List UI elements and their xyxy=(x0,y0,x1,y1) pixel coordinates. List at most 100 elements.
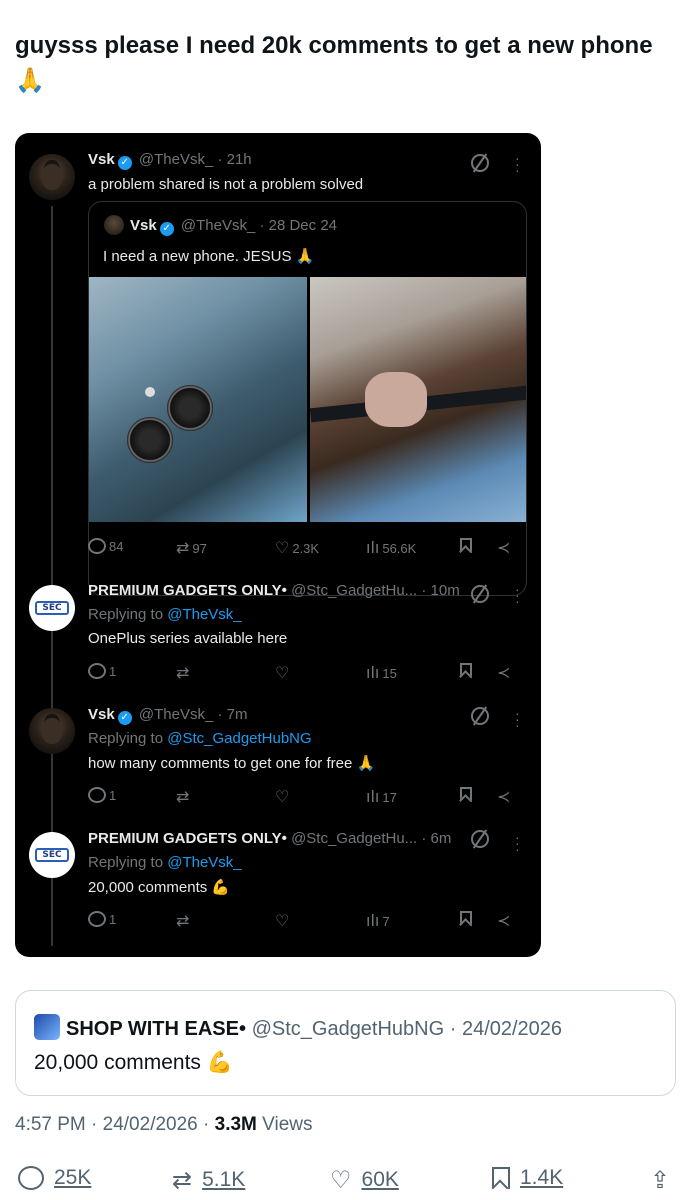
author-name[interactable]: PREMIUM GADGETS ONLY• xyxy=(88,582,287,599)
more-icon[interactable]: · · · xyxy=(515,582,520,608)
avatar[interactable]: SEC xyxy=(29,585,75,631)
more-icon[interactable]: · · · xyxy=(515,830,520,856)
like-button[interactable]: ♡ 2.3K xyxy=(275,538,319,558)
tweet-actions: 1 ⇄ ♡ ılı 17 ≺ xyxy=(88,787,528,809)
share-icon: ≺ xyxy=(497,787,511,806)
stc-logo: SEC xyxy=(35,601,69,615)
share-icon: ≺ xyxy=(497,663,511,682)
repost-icon: ⇄ xyxy=(176,663,190,682)
avatar xyxy=(104,215,124,235)
tweet-text: a problem shared is not a problem solved xyxy=(88,176,364,193)
photo-phone-side[interactable] xyxy=(309,277,526,522)
reply-icon xyxy=(88,911,106,927)
share-button[interactable]: ⇪ xyxy=(650,1166,670,1194)
replying-to: Replying to @TheVsk_ xyxy=(88,606,242,623)
shop-logo-icon xyxy=(34,1014,60,1040)
post-title: guysss please I need 20k comments to get… xyxy=(15,32,653,94)
repost-button[interactable]: ⇄ xyxy=(176,911,189,931)
bookmark-button[interactable] xyxy=(460,538,472,553)
author-name[interactable]: Vsk xyxy=(88,706,115,723)
photo-cracked-camera[interactable] xyxy=(89,277,307,522)
post-timestamp[interactable]: 4:57 PM · 24/02/2026 · xyxy=(15,1114,215,1135)
repost-icon: ⇄ xyxy=(172,1166,193,1194)
reply-count: 1 xyxy=(109,787,117,803)
tweet-header: Vsk ✓ @TheVsk_ · 7m xyxy=(88,706,247,725)
views-label: Views xyxy=(256,1114,313,1135)
author-handle[interactable]: @Stc_GadgetHu... · 10m xyxy=(291,582,460,599)
avatar[interactable]: SEC xyxy=(29,832,75,878)
author-name[interactable]: SHOP WITH EASE• xyxy=(66,1018,246,1040)
reply-count: 84 xyxy=(109,538,124,554)
like-button[interactable]: ♡ xyxy=(275,911,289,931)
tweet-text: how many comments to get one for free 🙏 xyxy=(88,755,376,772)
reply-button[interactable]: 25K xyxy=(18,1166,91,1190)
reply-to-link[interactable]: @TheVsk_ xyxy=(167,854,241,871)
reply-button[interactable]: 1 xyxy=(88,787,116,803)
author-handle[interactable]: @Stc_GadgetHu... · 6m xyxy=(291,830,451,847)
like-count: 2.3K xyxy=(292,540,320,556)
avatar[interactable] xyxy=(29,708,75,754)
views-button[interactable]: ılı 17 xyxy=(366,787,397,807)
share-button[interactable]: ≺ xyxy=(497,663,510,683)
post-action-bar: 25K ⇄ 5.1K ♡ 60K 1.4K ⇪ xyxy=(0,1160,691,1200)
like-button[interactable]: ♡ 60K xyxy=(330,1166,399,1194)
author-name[interactable]: PREMIUM GADGETS ONLY• xyxy=(88,830,287,847)
share-button[interactable]: ≺ xyxy=(497,911,510,931)
hide-reply-icon[interactable] xyxy=(471,585,489,603)
share-button[interactable]: ≺ xyxy=(497,787,510,807)
repost-button[interactable]: ⇄ 5.1K xyxy=(172,1166,245,1194)
author-handle[interactable]: @TheVsk_ · 7m xyxy=(139,706,248,723)
reply-count: 1 xyxy=(109,911,117,927)
verified-icon: ✓ xyxy=(117,156,132,170)
hide-reply-icon[interactable] xyxy=(471,830,489,848)
share-button[interactable]: ≺ xyxy=(497,538,510,558)
avatar[interactable] xyxy=(29,154,75,200)
bookmark-button[interactable] xyxy=(460,663,472,678)
bookmark-icon xyxy=(460,787,472,802)
repost-button[interactable]: ⇄ 97 xyxy=(176,538,207,558)
reply-prefix: Replying to xyxy=(88,730,168,747)
views-count: 56.6K xyxy=(382,540,417,556)
repost-icon: ⇄ xyxy=(176,787,190,806)
repost-button[interactable]: ⇄ xyxy=(176,787,189,807)
share-icon: ≺ xyxy=(497,538,511,557)
bookmark-button[interactable] xyxy=(460,787,472,802)
views-icon: ılı xyxy=(366,787,380,806)
reply-button[interactable]: 84 xyxy=(88,538,123,554)
quoted-post-card[interactable]: SHOP WITH EASE• @Stc_GadgetHubNG · 24/02… xyxy=(15,990,676,1096)
reply-icon xyxy=(88,538,106,554)
stc-logo: SEC xyxy=(35,848,69,862)
like-icon: ♡ xyxy=(275,538,290,557)
bookmark-icon xyxy=(460,911,472,926)
bookmark-button[interactable] xyxy=(460,911,472,926)
reply-to-link[interactable]: @TheVsk_ xyxy=(167,606,241,623)
reply-to-link[interactable]: @Stc_GadgetHubNG xyxy=(167,730,311,747)
views-button[interactable]: ılı 15 xyxy=(366,663,397,683)
author-name[interactable]: Vsk xyxy=(88,151,115,168)
repost-count: 5.1K xyxy=(202,1168,246,1191)
quoted-tweet[interactable]: Vsk ✓ @TheVsk_ · 28 Dec 24 I need a new p… xyxy=(88,201,527,596)
views-button[interactable]: ılı 56.6K xyxy=(366,538,416,558)
repost-button[interactable]: ⇄ xyxy=(176,663,189,683)
reply-button[interactable]: 1 xyxy=(88,663,116,679)
more-icon[interactable]: · · · xyxy=(515,706,520,732)
flash xyxy=(145,387,155,397)
more-icon[interactable]: · · · xyxy=(515,151,520,177)
author-handle[interactable]: @Stc_GadgetHubNG · 24/02/2026 xyxy=(252,1018,563,1040)
post-meta: 4:57 PM · 24/02/2026 · 3.3M Views xyxy=(15,1114,313,1136)
cracked-lens xyxy=(127,417,173,463)
hide-reply-icon[interactable] xyxy=(471,154,489,172)
repost-icon: ⇄ xyxy=(176,538,190,557)
share-icon: ⇪ xyxy=(650,1166,671,1194)
views-button[interactable]: ılı 7 xyxy=(366,911,390,931)
reply-button[interactable]: 1 xyxy=(88,911,116,927)
like-button[interactable]: ♡ xyxy=(275,787,289,807)
like-icon: ♡ xyxy=(275,663,290,682)
author-handle[interactable]: @TheVsk_ · 21h xyxy=(139,151,252,168)
bookmark-icon xyxy=(460,663,472,678)
like-button[interactable]: ♡ xyxy=(275,663,289,683)
reply-prefix: Replying to xyxy=(88,854,168,871)
bookmark-button[interactable]: 1.4K xyxy=(492,1166,563,1190)
reply-count: 1 xyxy=(109,663,117,679)
hide-reply-icon[interactable] xyxy=(471,707,489,725)
